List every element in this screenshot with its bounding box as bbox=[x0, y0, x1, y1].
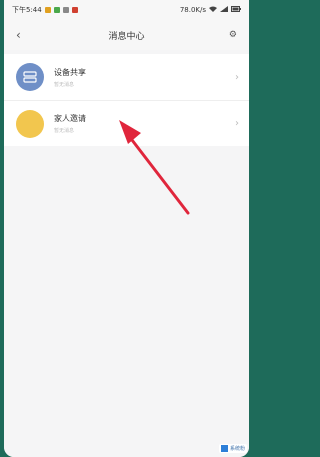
notification-icon bbox=[62, 7, 69, 13]
list-item-label: 家人邀请 bbox=[54, 114, 86, 123]
list-item-subtitle: 暂无消息 bbox=[54, 128, 75, 134]
notification-icon bbox=[53, 7, 60, 13]
watermark-text: 系统粉 bbox=[229, 446, 245, 452]
list-item-text: 家人邀请 暂无消息 bbox=[54, 113, 235, 134]
status-right: 78.0K/s bbox=[180, 6, 241, 14]
list-item-text: 设备共享 暂无消息 bbox=[54, 67, 235, 88]
notification-icon bbox=[44, 7, 51, 13]
list-item-subtitle: 暂无消息 bbox=[54, 81, 75, 88]
phone-screen: 下午5:44 78.0K/s ‹ 消息中心 ⚙ 设备共享 暂无消息 › 家人邀请… bbox=[4, 0, 249, 457]
status-bar: 下午5:44 78.0K/s bbox=[4, 0, 249, 20]
signal-icon bbox=[220, 6, 228, 14]
chevron-right-icon: › bbox=[235, 118, 239, 129]
chevron-right-icon: › bbox=[235, 71, 239, 83]
network-speed: 78.0K/s bbox=[179, 6, 206, 14]
family-invite-icon bbox=[16, 109, 44, 138]
list-item-device-share[interactable]: 设备共享 暂无消息 › bbox=[4, 54, 249, 100]
header-bar: ‹ 消息中心 ⚙ bbox=[4, 20, 249, 50]
page-title: 消息中心 bbox=[108, 31, 145, 42]
list-item-label: 设备共享 bbox=[54, 67, 86, 77]
notification-icon bbox=[71, 7, 78, 13]
battery-icon bbox=[231, 6, 241, 14]
watermark: 系统粉 bbox=[218, 444, 247, 453]
back-arrow-icon[interactable]: ‹ bbox=[16, 28, 28, 42]
status-time: 下午5:44 bbox=[12, 6, 42, 14]
watermark-logo-icon bbox=[220, 445, 228, 452]
device-share-icon bbox=[16, 63, 44, 91]
list-item-family-invite[interactable]: 家人邀请 暂无消息 › bbox=[4, 100, 249, 146]
status-left: 下午5:44 bbox=[12, 5, 78, 15]
empty-content-area bbox=[4, 146, 249, 457]
message-list: 设备共享 暂无消息 › 家人邀请 暂无消息 › bbox=[4, 54, 249, 146]
gear-icon[interactable]: ⚙ bbox=[225, 30, 237, 40]
wifi-icon bbox=[209, 6, 217, 14]
